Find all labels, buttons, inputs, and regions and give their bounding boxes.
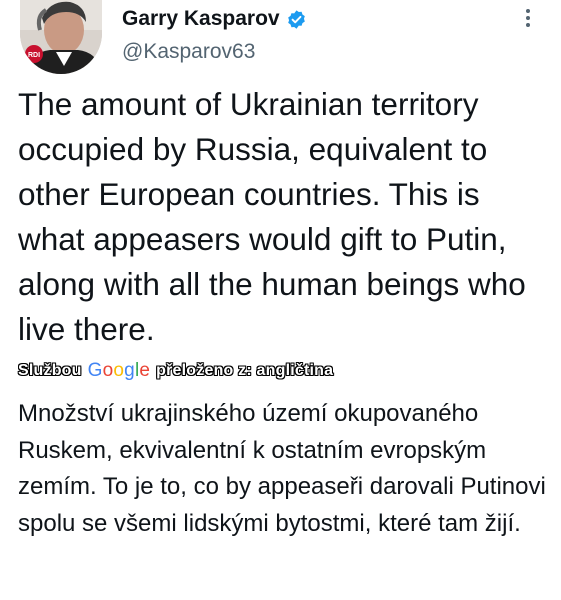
avatar-badge-text: RDI bbox=[28, 52, 40, 59]
author-handle[interactable]: @Kasparov63 bbox=[122, 40, 255, 64]
translated-text: Množství ukrajinského území okupovaného … bbox=[18, 400, 546, 537]
translation-attribution[interactable]: Službou Google přeloženo z: angličtina bbox=[18, 358, 333, 384]
more-options-icon[interactable] bbox=[520, 6, 536, 30]
tweet-text: The amount of Ukrainian territory occupi… bbox=[18, 86, 526, 347]
translation-suffix: přeloženo z: angličtina bbox=[156, 362, 334, 379]
avatar[interactable]: RDI bbox=[20, 0, 102, 74]
avatar-photo: RDI bbox=[20, 0, 102, 74]
google-logo: Google bbox=[87, 360, 151, 381]
display-name[interactable]: Garry Kasparov bbox=[122, 7, 280, 31]
author-row: Garry Kasparov bbox=[122, 6, 307, 32]
verified-badge-icon bbox=[286, 9, 307, 30]
translation-prefix: Službou bbox=[18, 362, 82, 379]
